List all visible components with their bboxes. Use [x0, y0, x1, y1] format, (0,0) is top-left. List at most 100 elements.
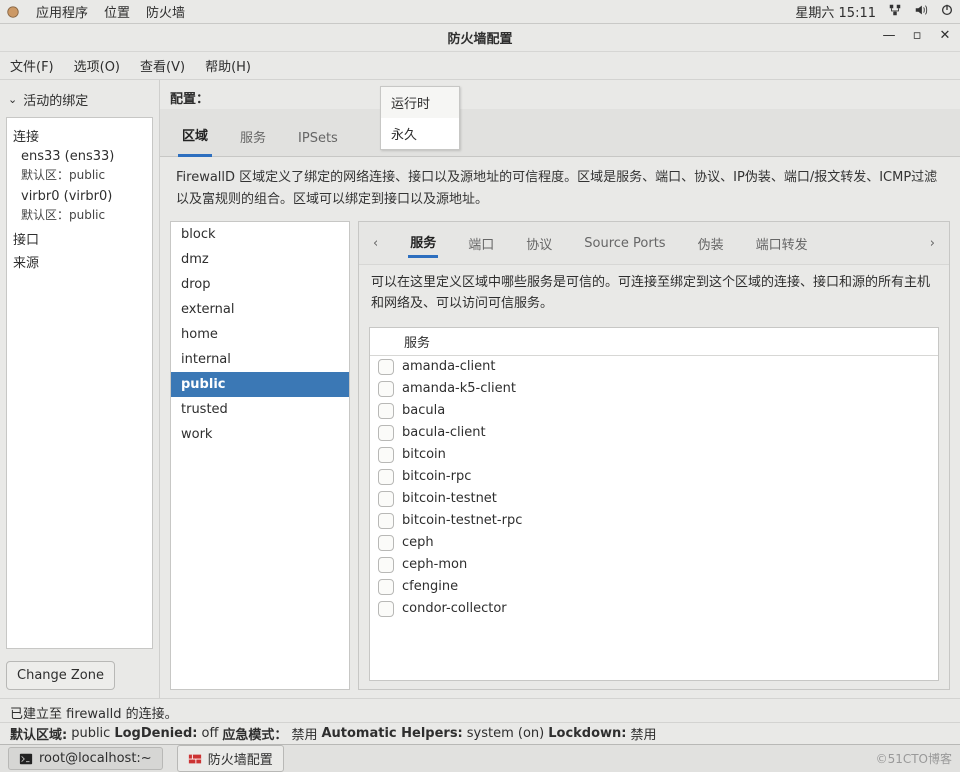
service-row[interactable]: bitcoin-testnet-rpc	[370, 510, 938, 532]
service-checkbox[interactable]	[378, 425, 394, 441]
dtab-services[interactable]: 服务	[408, 228, 438, 258]
footer-logdenied-value: off	[202, 726, 219, 741]
window-title: 防火墙配置	[447, 28, 512, 47]
change-zone-button[interactable]: Change Zone	[6, 661, 115, 690]
zone-item-trusted[interactable]: trusted	[171, 397, 349, 422]
footer-logdenied-label: LogDenied:	[114, 726, 197, 741]
service-row[interactable]: bitcoin	[370, 444, 938, 466]
minimize-button[interactable]: —	[882, 28, 896, 42]
bindings-list: 连接 ens33 (ens33) 默认区：public virbr0 (virb…	[6, 117, 153, 649]
power-icon[interactable]	[940, 3, 954, 21]
service-row[interactable]: bacula	[370, 400, 938, 422]
zone-detail: ‹ 服务 端口 协议 Source Ports 伪装 端口转发 › 可以在这里定…	[358, 221, 950, 690]
menu-file[interactable]: 文件(F)	[10, 56, 54, 75]
zone-item-dmz[interactable]: dmz	[171, 247, 349, 272]
zone-item-drop[interactable]: drop	[171, 272, 349, 297]
app-menubar: 文件(F) 选项(O) 查看(V) 帮助(H)	[0, 52, 960, 80]
network-icon[interactable]	[888, 3, 902, 21]
sources-heading: 来源	[13, 250, 146, 273]
menu-help[interactable]: 帮助(H)	[205, 56, 251, 75]
left-panel: ⌄ 活动的绑定 连接 ens33 (ens33) 默认区：public virb…	[0, 80, 160, 698]
active-bindings-toggle[interactable]: ⌄ 活动的绑定	[6, 86, 153, 113]
service-name: bitcoin-rpc	[402, 469, 471, 484]
zone-item-internal[interactable]: internal	[171, 347, 349, 372]
zone-list: blockdmzdropexternalhomeinternalpublictr…	[170, 221, 350, 690]
service-row[interactable]: cfengine	[370, 576, 938, 598]
taskbar-terminal[interactable]: root@localhost:~	[8, 747, 163, 770]
interfaces-heading: 接口	[13, 227, 146, 250]
zone-item-block[interactable]: block	[171, 222, 349, 247]
service-row[interactable]: amanda-client	[370, 356, 938, 378]
config-option-permanent[interactable]: 永久	[381, 118, 459, 149]
config-label: 配置：	[170, 88, 209, 107]
scroll-right-icon[interactable]: ›	[928, 236, 937, 251]
close-button[interactable]: ✕	[938, 28, 952, 42]
zone-item-public[interactable]: public	[171, 372, 349, 397]
taskbar-firewall[interactable]: 防火墙配置	[177, 745, 284, 772]
service-name: bacula-client	[402, 425, 486, 440]
service-row[interactable]: bacula-client	[370, 422, 938, 444]
zone-item-home[interactable]: home	[171, 322, 349, 347]
menu-view[interactable]: 查看(V)	[140, 56, 185, 75]
dtab-ports[interactable]: 端口	[466, 230, 496, 257]
service-name: amanda-client	[402, 359, 495, 374]
apps-menu[interactable]: 应用程序	[36, 2, 88, 21]
maximize-button[interactable]: ▫	[910, 28, 924, 42]
service-checkbox[interactable]	[378, 447, 394, 463]
service-name: bitcoin-testnet-rpc	[402, 513, 522, 528]
firewall-menu[interactable]: 防火墙	[146, 2, 185, 21]
taskbar-firewall-label: 防火墙配置	[208, 749, 273, 768]
service-checkbox[interactable]	[378, 513, 394, 529]
places-menu[interactable]: 位置	[104, 2, 130, 21]
footer-summary: 默认区域: public LogDenied: off 应急模式： 禁用 Aut…	[0, 722, 960, 744]
menu-options[interactable]: 选项(O)	[74, 56, 120, 75]
dtab-protocols[interactable]: 协议	[524, 230, 554, 257]
service-row[interactable]: condor-collector	[370, 598, 938, 620]
service-checkbox[interactable]	[378, 381, 394, 397]
footer-default-zone-value: public	[71, 726, 110, 741]
clock[interactable]: 星期六 15:11	[795, 2, 876, 21]
zone-item-work[interactable]: work	[171, 422, 349, 447]
tab-ipsets[interactable]: IPSets	[294, 125, 342, 156]
scroll-left-icon[interactable]: ‹	[371, 236, 380, 251]
dtab-source-ports[interactable]: Source Ports	[582, 232, 667, 255]
service-row[interactable]: ceph	[370, 532, 938, 554]
config-row: 配置： 运行时 永久	[160, 80, 960, 109]
service-checkbox[interactable]	[378, 469, 394, 485]
chevron-down-icon: ⌄	[8, 93, 17, 106]
service-checkbox[interactable]	[378, 579, 394, 595]
tab-zones[interactable]: 区域	[178, 119, 212, 157]
window-titlebar: 防火墙配置 — ▫ ✕	[0, 24, 960, 52]
service-row[interactable]: bitcoin-testnet	[370, 488, 938, 510]
service-checkbox[interactable]	[378, 403, 394, 419]
volume-icon[interactable]	[914, 3, 928, 21]
active-bindings-label: 活动的绑定	[23, 90, 88, 109]
service-name: condor-collector	[402, 601, 507, 616]
service-row[interactable]: bitcoin-rpc	[370, 466, 938, 488]
firewall-icon	[188, 752, 202, 766]
connection-default: 默认区：public	[13, 166, 146, 187]
connection-item[interactable]: virbr0 (virbr0)	[13, 187, 146, 206]
dtab-masquerade[interactable]: 伪装	[696, 230, 726, 257]
service-checkbox[interactable]	[378, 601, 394, 617]
dtab-port-forward[interactable]: 端口转发	[754, 230, 810, 257]
config-dropdown[interactable]: 运行时 永久	[380, 86, 460, 150]
service-checkbox[interactable]	[378, 359, 394, 375]
gnome-foot-icon	[6, 5, 20, 19]
zone-description: FirewallD 区域定义了绑定的网络连接、接口以及源地址的可信程度。区域是服…	[160, 157, 960, 221]
service-row[interactable]: amanda-k5-client	[370, 378, 938, 400]
connection-item[interactable]: ens33 (ens33)	[13, 147, 146, 166]
services-column-header: 服务	[404, 332, 430, 351]
service-name: bitcoin	[402, 447, 446, 462]
service-name: ceph	[402, 535, 434, 550]
service-name: bitcoin-testnet	[402, 491, 497, 506]
service-checkbox[interactable]	[378, 535, 394, 551]
service-checkbox[interactable]	[378, 557, 394, 573]
services-table: 服务 amanda-client amanda-k5-clientbacula ba…	[369, 327, 939, 681]
config-option-runtime[interactable]: 运行时	[381, 87, 459, 118]
service-row[interactable]: ceph-mon	[370, 554, 938, 576]
tab-services[interactable]: 服务	[236, 121, 270, 156]
desktop-taskbar: root@localhost:~ 防火墙配置 ©51CTO博客	[0, 744, 960, 772]
service-checkbox[interactable]	[378, 491, 394, 507]
zone-item-external[interactable]: external	[171, 297, 349, 322]
